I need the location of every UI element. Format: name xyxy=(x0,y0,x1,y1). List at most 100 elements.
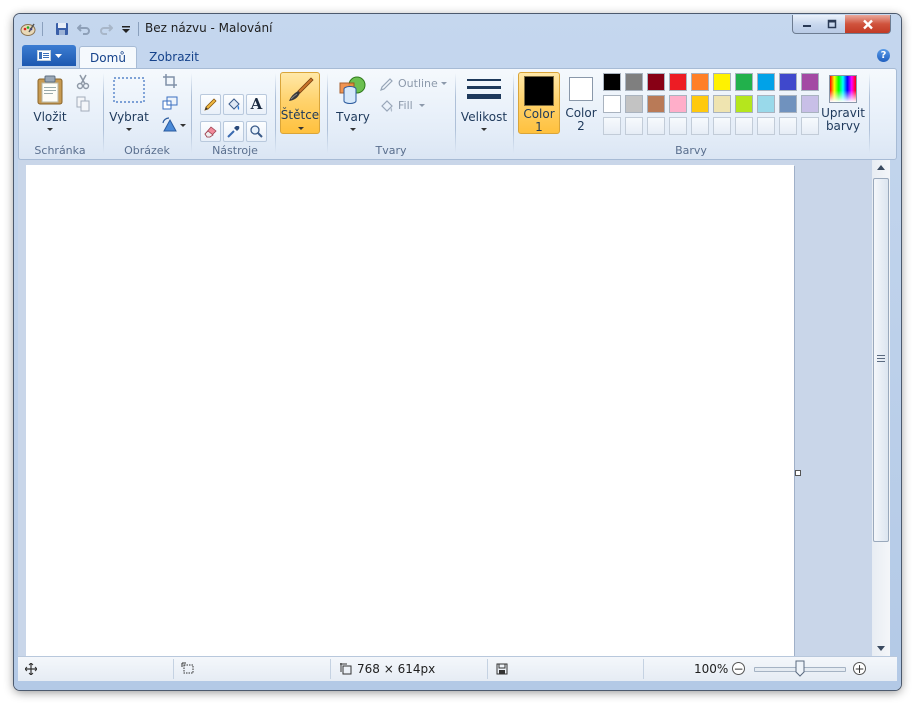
text-tool[interactable]: A xyxy=(246,94,267,115)
palette-color[interactable] xyxy=(625,95,643,113)
shapes-label: Tvary xyxy=(336,110,370,124)
tab-view[interactable]: Zobrazit xyxy=(140,46,208,68)
palette-custom-slot[interactable] xyxy=(669,117,687,135)
palette-color[interactable] xyxy=(669,95,687,113)
palette-color[interactable] xyxy=(647,95,665,113)
paint-menu-button[interactable] xyxy=(22,45,76,66)
chevron-down-icon xyxy=(47,128,53,131)
edit-colors-label-line2: barvy xyxy=(825,119,861,133)
palette-color[interactable] xyxy=(779,95,797,113)
palette-custom-slot[interactable] xyxy=(779,117,797,135)
copy-icon[interactable] xyxy=(75,96,91,112)
chevron-down-icon xyxy=(350,128,356,131)
save-icon[interactable] xyxy=(54,21,70,37)
rotate-button[interactable] xyxy=(162,117,186,133)
resize-icon[interactable] xyxy=(162,95,178,111)
palette-color[interactable] xyxy=(691,95,709,113)
close-button[interactable] xyxy=(845,15,891,34)
palette-custom-slot[interactable] xyxy=(603,117,621,135)
scroll-up-icon[interactable] xyxy=(877,165,885,170)
brushes-button[interactable]: Štětce xyxy=(280,72,320,134)
cut-icon[interactable] xyxy=(75,74,91,90)
maximize-icon xyxy=(827,19,837,29)
color1-button[interactable]: Color 1 xyxy=(518,72,560,134)
pencil-tool[interactable] xyxy=(200,94,221,115)
shapes-button[interactable]: Tvary xyxy=(333,73,373,133)
palette-color[interactable] xyxy=(691,73,709,91)
eraser-icon xyxy=(204,126,217,138)
palette-color[interactable] xyxy=(669,73,687,91)
zoom-level: 100% xyxy=(694,662,729,676)
palette-color[interactable] xyxy=(801,95,819,113)
eraser-tool[interactable] xyxy=(200,121,221,142)
fill-label: Fill xyxy=(398,99,413,112)
chevron-down-icon xyxy=(419,104,425,107)
paint-app-icon[interactable] xyxy=(20,21,36,37)
crop-icon[interactable] xyxy=(162,73,178,89)
magnifier-tool[interactable] xyxy=(246,121,267,142)
color2-label-line2: 2 xyxy=(577,119,585,133)
select-button[interactable]: Vybrat xyxy=(109,73,149,133)
chevron-down-icon xyxy=(180,124,186,127)
tab-home[interactable]: Domů xyxy=(79,46,137,69)
paste-label: Vložit xyxy=(33,110,67,124)
size-button[interactable]: Velikost xyxy=(460,73,508,133)
shapes-icon xyxy=(339,76,366,104)
palette-custom-slot[interactable] xyxy=(625,117,643,135)
zoom-out-button[interactable]: − xyxy=(732,662,745,675)
chevron-down-icon xyxy=(481,128,487,131)
fill-dropdown[interactable]: Fill xyxy=(377,98,427,114)
paste-button[interactable]: Vložit xyxy=(33,73,67,133)
text-icon: A xyxy=(250,95,263,113)
palette-custom-slot[interactable] xyxy=(691,117,709,135)
palette-color[interactable] xyxy=(801,73,819,91)
palette-color[interactable] xyxy=(625,73,643,91)
palette-custom-slot[interactable] xyxy=(647,117,665,135)
color2-button[interactable]: Color 2 xyxy=(562,72,600,134)
scroll-down-icon[interactable] xyxy=(877,646,885,651)
color-picker-tool[interactable] xyxy=(223,121,244,142)
edit-colors-button[interactable]: Upravit barvy xyxy=(821,72,865,134)
zoom-slider-thumb[interactable] xyxy=(795,660,805,677)
maximize-button[interactable] xyxy=(819,15,846,34)
group-label-tools: Nástroje xyxy=(212,144,258,157)
redo-icon[interactable] xyxy=(98,21,114,37)
palette-custom-slot[interactable] xyxy=(801,117,819,135)
group-separator xyxy=(191,73,192,153)
status-separator xyxy=(487,659,488,679)
zoom-in-button[interactable]: + xyxy=(853,662,866,675)
canvas-resize-handle[interactable] xyxy=(795,470,801,476)
undo-icon[interactable] xyxy=(76,21,92,37)
brushes-label: Štětce xyxy=(280,108,320,122)
drawing-canvas[interactable] xyxy=(26,165,794,656)
scrollbar-thumb[interactable] xyxy=(873,178,889,542)
palette-color[interactable] xyxy=(757,95,775,113)
fill-tool[interactable] xyxy=(223,94,244,115)
vertical-scrollbar[interactable] xyxy=(872,160,890,656)
palette-color[interactable] xyxy=(603,73,621,91)
group-label-image: Obrázek xyxy=(124,144,170,157)
group-separator xyxy=(455,73,456,153)
help-icon[interactable]: ? xyxy=(877,49,890,62)
customize-toolbar-icon[interactable] xyxy=(118,21,134,37)
palette-custom-slot[interactable] xyxy=(735,117,753,135)
palette-color[interactable] xyxy=(779,73,797,91)
palette-color[interactable] xyxy=(757,73,775,91)
palette-custom-slot[interactable] xyxy=(713,117,731,135)
rotate-icon xyxy=(162,117,177,132)
palette-color[interactable] xyxy=(735,73,753,91)
palette-color[interactable] xyxy=(603,95,621,113)
color-palette xyxy=(603,73,823,139)
magnifier-icon xyxy=(250,125,263,138)
palette-custom-slot[interactable] xyxy=(757,117,775,135)
chevron-down-icon xyxy=(126,128,132,131)
palette-color[interactable] xyxy=(713,73,731,91)
palette-color[interactable] xyxy=(647,73,665,91)
group-separator xyxy=(103,73,104,153)
file-size-icon xyxy=(496,663,508,675)
title-bar: Bez názvu - Malování xyxy=(14,14,901,44)
palette-color[interactable] xyxy=(735,95,753,113)
palette-color[interactable] xyxy=(713,95,731,113)
outline-dropdown[interactable]: Outline xyxy=(377,76,449,92)
minimize-button[interactable] xyxy=(792,15,821,34)
